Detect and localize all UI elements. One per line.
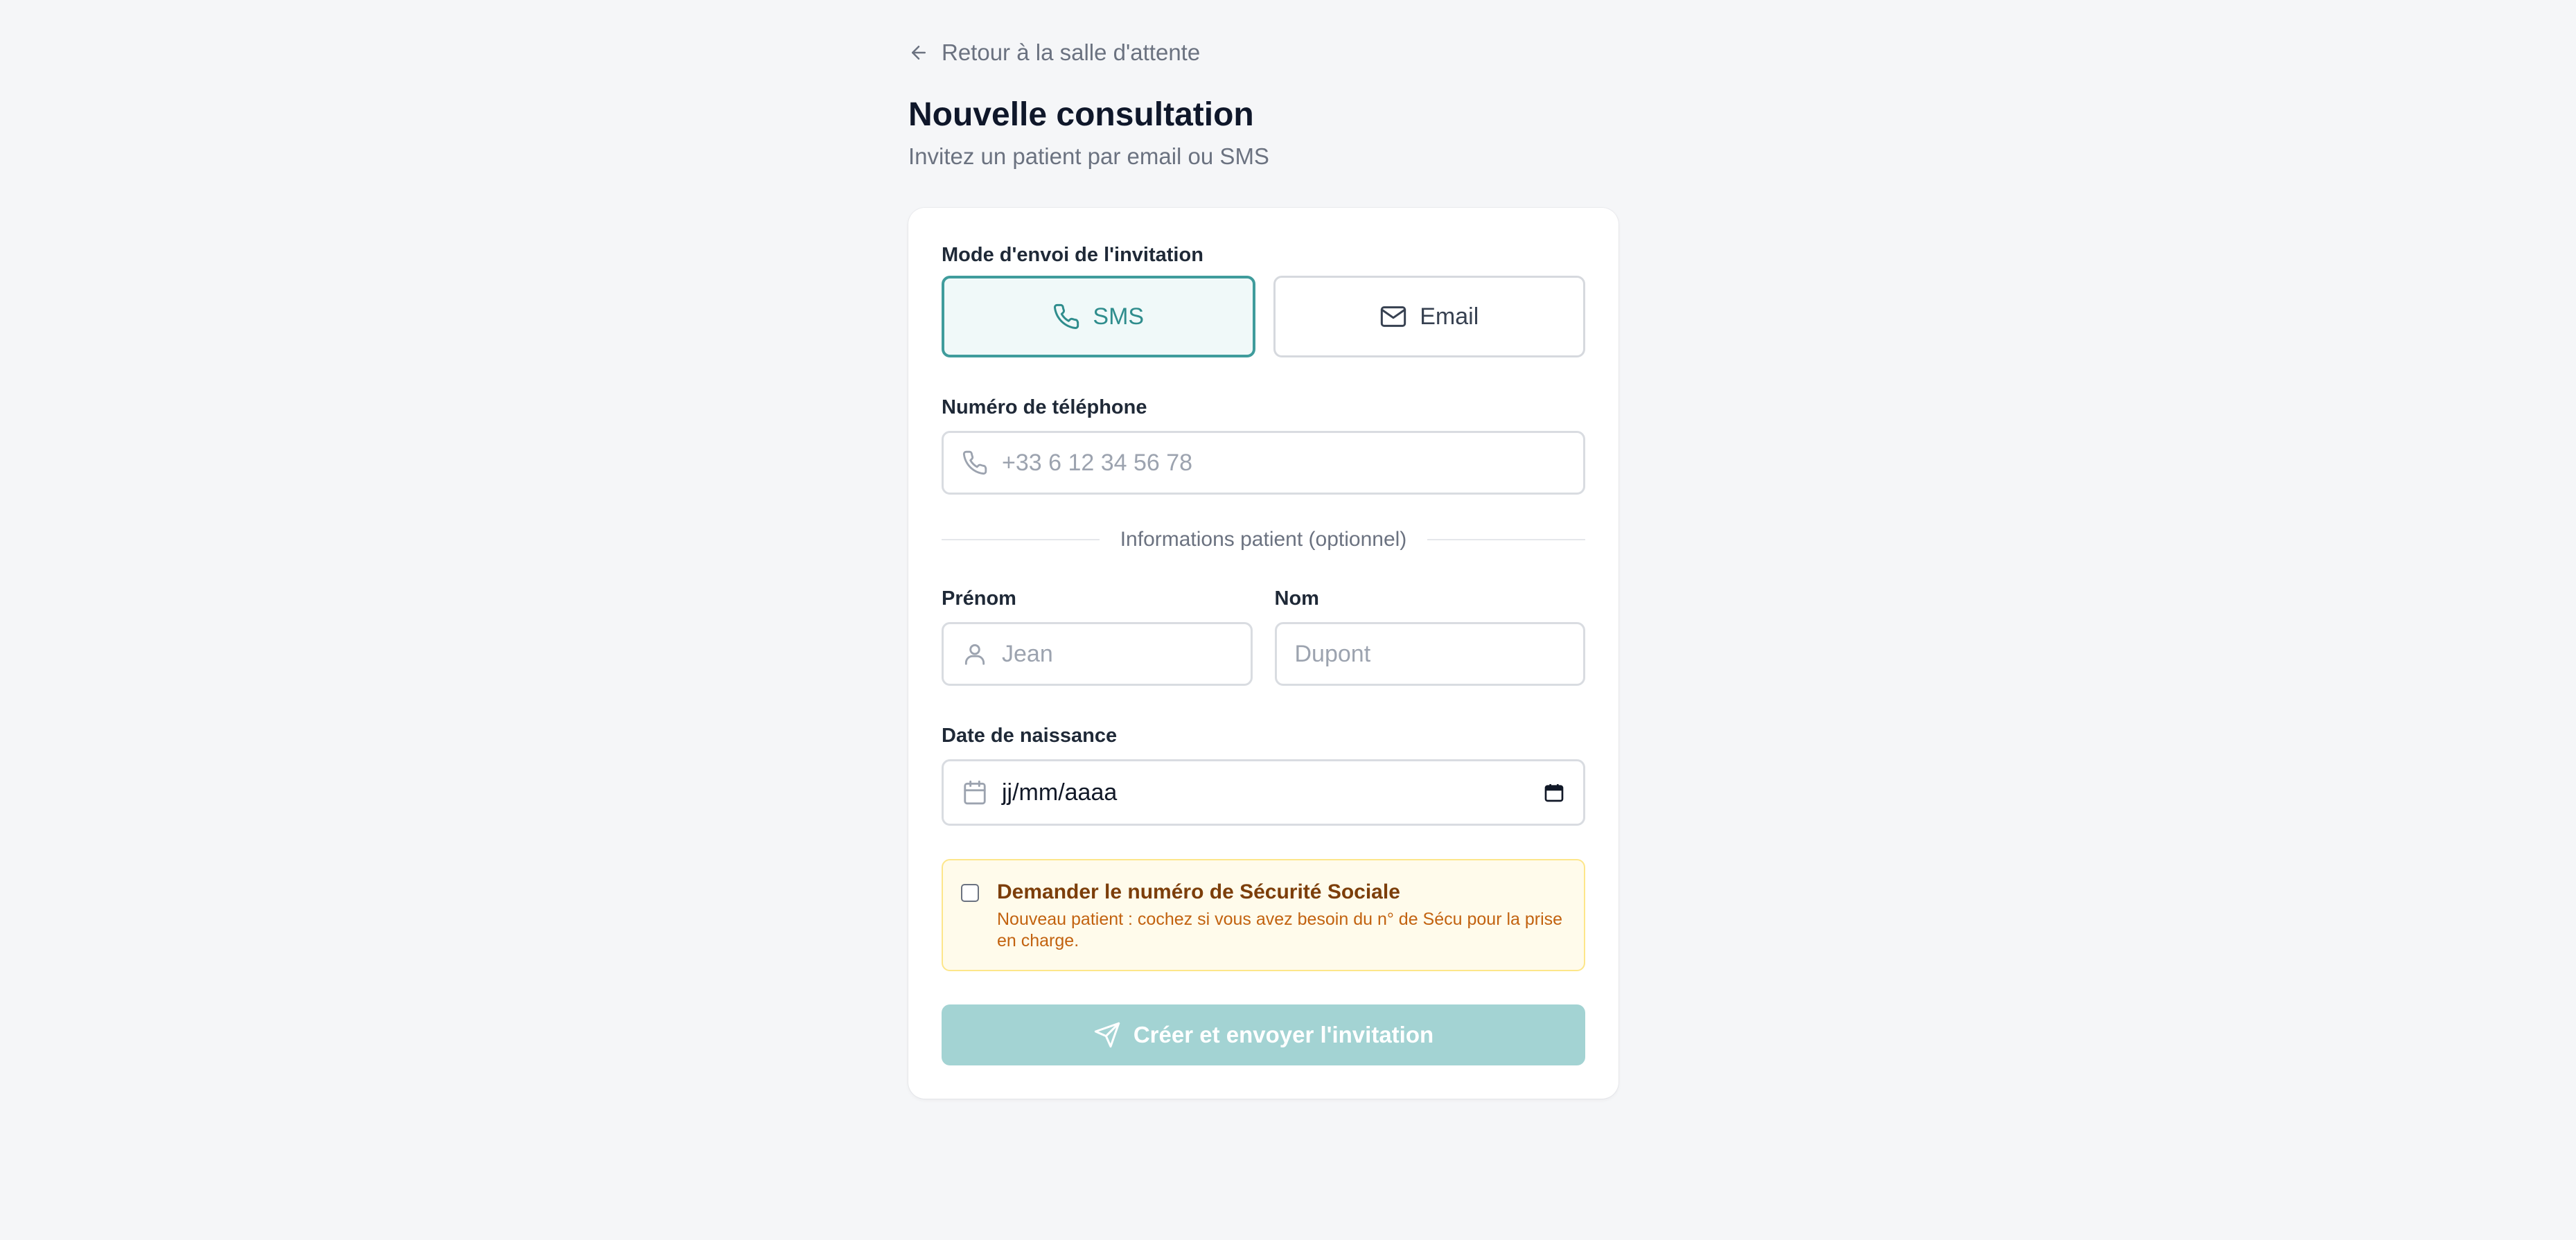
- divider-line-left: [942, 539, 1100, 540]
- first-name-input[interactable]: Jean: [942, 622, 1253, 686]
- last-name-input[interactable]: Dupont: [1274, 622, 1585, 686]
- phone-icon: [1054, 303, 1079, 329]
- mode-sms-label: SMS: [1093, 303, 1145, 330]
- birthdate-field-group: Date de naissance jj/mm/aaaa: [942, 722, 1585, 826]
- ssn-checkbox-label[interactable]: Demander le numéro de Sécurité Sociale: [997, 878, 1566, 906]
- send-icon: [1094, 1022, 1120, 1048]
- page-title: Nouvelle consultation: [908, 96, 1254, 133]
- first-name-field-group: Prénom Jean: [942, 585, 1253, 686]
- first-name-placeholder: Jean: [1002, 640, 1053, 667]
- phone-label: Numéro de téléphone: [942, 396, 1147, 418]
- divider-line-right: [1427, 539, 1586, 540]
- create-and-send-invitation-button[interactable]: Créer et envoyer l'invitation: [942, 1004, 1585, 1065]
- page-subtitle: Invitez un patient par email ou SMS: [908, 143, 1269, 169]
- ssn-checkbox-help: Nouveau patient : cochez si vous avez be…: [997, 910, 1563, 950]
- ssn-request-notice: Demander le numéro de Sécurité Sociale N…: [942, 859, 1585, 971]
- last-name-placeholder: Dupont: [1294, 640, 1371, 667]
- submit-label: Créer et envoyer l'invitation: [1133, 1022, 1434, 1047]
- back-link-label: Retour à la salle d'attente: [942, 39, 1201, 65]
- new-consultation-page: Retour à la salle d'attente Nouvelle con…: [908, 36, 1618, 1099]
- phone-placeholder: +33 6 12 34 56 78: [1002, 449, 1193, 476]
- phone-field-group: Numéro de téléphone +33 6 12 34 56 78: [942, 393, 1585, 495]
- calendar-icon: [964, 780, 986, 805]
- birthdate-input[interactable]: jj/mm/aaaa: [942, 759, 1585, 826]
- mode-email-label: Email: [1420, 303, 1479, 330]
- birthdate-placeholder: jj/mm/aaaa: [1002, 779, 1118, 806]
- user-icon: [964, 644, 985, 665]
- birthdate-label: Date de naissance: [942, 725, 1118, 747]
- name-fields-row: Prénom Jean Nom Dupont: [942, 585, 1585, 686]
- last-name-label: Nom: [1274, 587, 1319, 610]
- phone-input[interactable]: +33 6 12 34 56 78: [942, 431, 1585, 495]
- invitation-form-card: Mode d'envoi de l'invitation SMS Email N…: [908, 208, 1618, 1099]
- patient-info-divider: Informations patient (optionnel): [942, 528, 1586, 551]
- mode-label: Mode d'envoi de l'invitation: [942, 244, 1203, 266]
- mode-selector: SMS Email: [942, 276, 1585, 357]
- first-name-label: Prénom: [942, 587, 1016, 610]
- mail-icon: [1381, 306, 1406, 327]
- ssn-notice-content: Demander le numéro de Sécurité Sociale N…: [997, 878, 1566, 952]
- arrow-left-icon: [912, 46, 926, 60]
- ssn-request-checkbox[interactable]: [961, 884, 979, 902]
- last-name-field-group: Nom Dupont: [1274, 585, 1585, 686]
- mode-email-button[interactable]: Email: [1273, 276, 1585, 357]
- phone-icon: [962, 450, 987, 475]
- back-to-waiting-room-link[interactable]: Retour à la salle d'attente: [908, 36, 1618, 69]
- patient-info-section-label: Informations patient (optionnel): [1120, 528, 1407, 551]
- mode-sms-button[interactable]: SMS: [942, 276, 1255, 357]
- calendar-picker-icon[interactable]: [1543, 781, 1565, 804]
